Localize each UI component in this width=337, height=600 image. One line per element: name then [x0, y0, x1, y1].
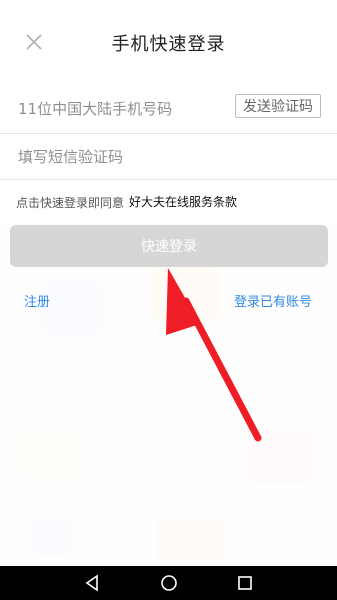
agreement-row: 点击快速登录即同意 好大夫在线服务条款: [0, 180, 337, 222]
agreement-text: 点击快速登录即同意: [16, 196, 125, 210]
back-button[interactable]: [82, 572, 104, 594]
login-existing-account-link[interactable]: 登录已有账号: [234, 291, 312, 310]
login-screen: 手机快速登录 发送验证码 点击快速登录即同意 好大夫在线服务条款 快速登录 注册…: [0, 0, 337, 600]
back-triangle-icon: [85, 574, 98, 592]
home-circle-icon: [161, 575, 177, 591]
send-code-button[interactable]: 发送验证码: [235, 94, 321, 118]
quick-login-modal: 手机快速登录 发送验证码 点击快速登录即同意 好大夫在线服务条款 快速登录 注册…: [0, 0, 337, 566]
quick-login-button[interactable]: 快速登录: [10, 225, 328, 267]
modal-header: 手机快速登录: [0, 0, 337, 84]
sms-code-input[interactable]: [16, 144, 220, 170]
code-field-row: [0, 134, 337, 180]
register-link[interactable]: 注册: [24, 291, 50, 310]
recent-apps-button[interactable]: [234, 572, 256, 594]
phone-input[interactable]: [16, 96, 220, 122]
terms-link[interactable]: 好大夫在线服务条款: [129, 193, 237, 210]
system-navigation-bar: [0, 566, 337, 600]
recent-square-icon: [238, 576, 252, 590]
home-button[interactable]: [158, 572, 180, 594]
page-title: 手机快速登录: [111, 34, 226, 55]
